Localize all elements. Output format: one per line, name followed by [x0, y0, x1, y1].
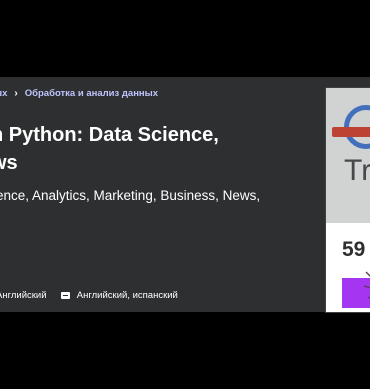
course-title-line-1: h Python: Data Science, [0, 124, 219, 146]
course-preview-image[interactable]: Tr [326, 88, 370, 223]
chevron-right-icon: › [14, 88, 18, 99]
course-subtitle: ence, Analytics, Marketing, Business, Ne… [0, 185, 318, 206]
course-subtitle-line-1: ence, Analytics, Marketing, Business, Ne… [0, 188, 261, 203]
course-hero: ых › Обработка и анализ данных h Python: D… [0, 77, 370, 312]
caption-languages: Английский, испанский [76, 290, 178, 301]
preview-overlay [326, 88, 370, 223]
audio-language: Английский [0, 290, 47, 301]
breadcrumb-item-data-analysis[interactable]: Обработка и анализ данных [25, 88, 158, 99]
closed-captions-icon [61, 292, 71, 299]
breadcrumb-item-category[interactable]: ых [0, 88, 7, 99]
breadcrumb: ых › Обработка и анализ данных [0, 88, 158, 99]
flower-decoration-icon [363, 271, 370, 299]
course-title: h Python: Data Science, ws [0, 121, 321, 177]
course-title-line-2: ws [0, 152, 18, 174]
course-language-meta: Английский Английский, испанский [0, 290, 178, 301]
course-sidebar-card: Tr 59 [325, 87, 370, 313]
